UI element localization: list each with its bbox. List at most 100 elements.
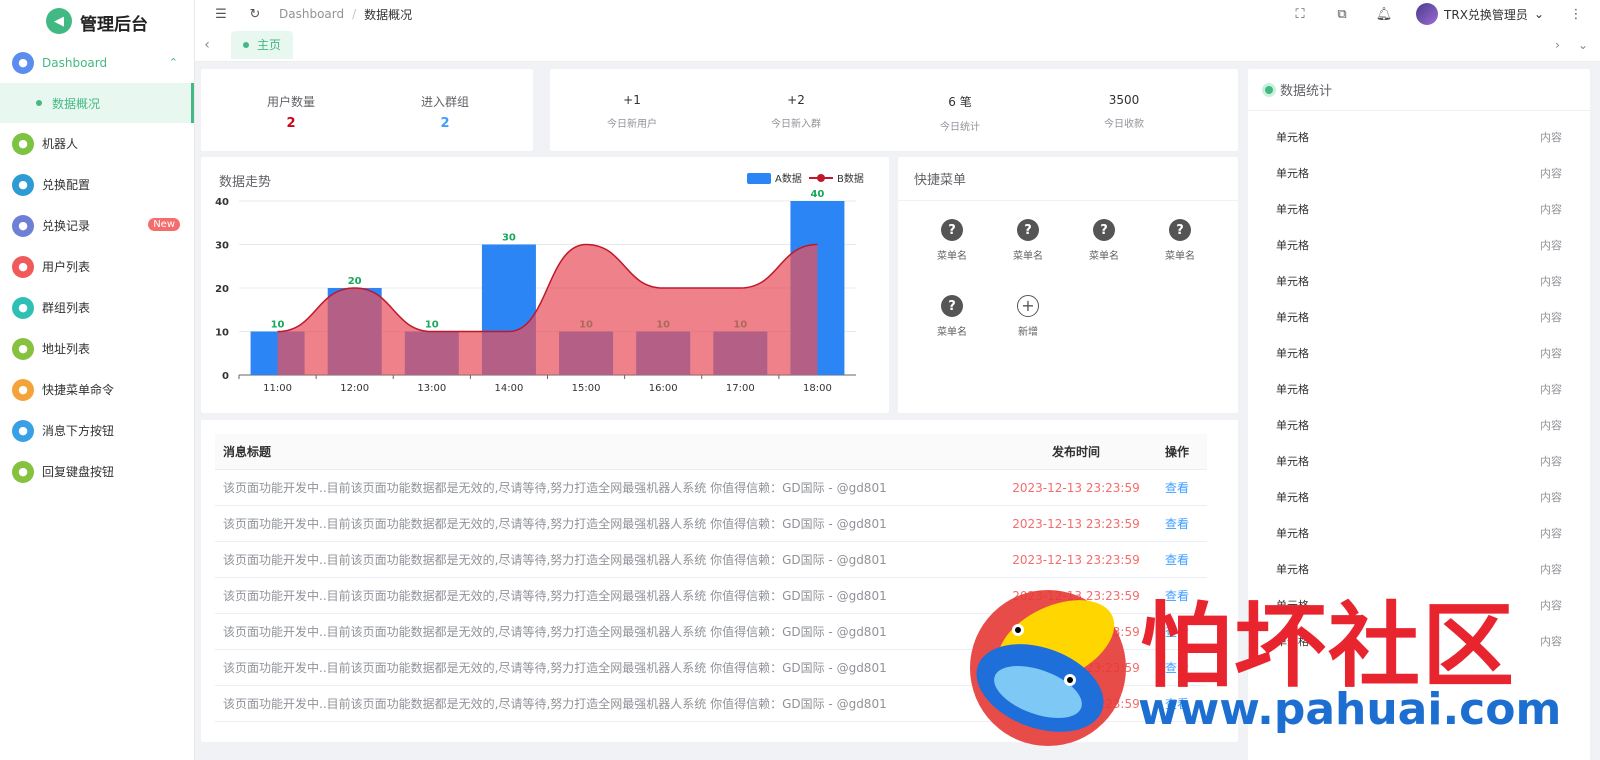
- list-item: 单元格 内容: [1248, 443, 1590, 479]
- quick-menu-item-label: 菜单名: [937, 327, 967, 338]
- user-count-label: 用户数量: [266, 95, 315, 109]
- tabs-scroll-right-icon[interactable]: ›: [1555, 38, 1560, 52]
- list-item-key: 单元格: [1276, 347, 1309, 360]
- message-title: 该页面功能开发中..目前该页面功能数据都是无效的,尽请等待,努力打造全网最强机器…: [223, 697, 887, 711]
- y-tick-label: 10: [215, 328, 229, 339]
- app-title: 管理后台: [80, 15, 148, 35]
- sidebar-item-group[interactable]: ● 群组列表: [0, 287, 194, 328]
- column-time: 发布时间: [1051, 445, 1100, 459]
- quick-menu-item-label: 菜单名: [937, 251, 967, 262]
- view-link[interactable]: 查看: [1147, 695, 1207, 712]
- quick-menu-item[interactable]: ? 菜单名: [920, 287, 984, 351]
- list-item: 单元格 内容: [1248, 227, 1590, 263]
- list-item-value: 内容: [1540, 419, 1562, 432]
- table-row: 该页面功能开发中..目前该页面功能数据都是无效的,尽请等待,努力打造全网最强机器…: [215, 686, 1207, 722]
- message-title: 该页面功能开发中..目前该页面功能数据都是无效的,尽请等待,努力打造全网最强机器…: [223, 589, 887, 603]
- settings-icon: ●: [12, 173, 34, 196]
- sidebar-item-label: 机器人: [42, 137, 79, 151]
- quick-menu-item-label: 菜单名: [1089, 251, 1119, 262]
- list-item: 单元格 内容: [1248, 191, 1590, 227]
- sidebar-item-document[interactable]: ● 兑换记录 New: [0, 205, 194, 246]
- sidebar-item-button[interactable]: ● 消息下方按钮: [0, 410, 194, 451]
- quick-menu-item[interactable]: ? 菜单名: [1148, 211, 1212, 275]
- table-header: 消息标题 发布时间 操作: [215, 434, 1207, 470]
- today-stat: +2 今日新入群: [736, 93, 856, 130]
- tabs-bar: ‹ 主页 › ⌄: [195, 28, 1600, 62]
- message-time: 2023-12-13 23:23:59: [1012, 696, 1140, 711]
- data-stats-title: 数据统计: [1280, 84, 1333, 99]
- chevron-up-icon: ⌃: [168, 56, 178, 69]
- message-time: 2023-12-13 23:23:59: [1012, 552, 1140, 567]
- refresh-icon[interactable]: ↻: [245, 4, 265, 24]
- breadcrumb-item-dashboard[interactable]: Dashboard: [279, 7, 344, 21]
- message-time: 2023-12-13 23:23:59: [1012, 588, 1140, 603]
- quick-menu-item[interactable]: ? 菜单名: [920, 211, 984, 275]
- view-link[interactable]: 查看: [1147, 623, 1207, 640]
- list-item: 单元格 内容: [1248, 155, 1590, 191]
- document-icon: ●: [12, 214, 34, 237]
- message-title: 该页面功能开发中..目前该页面功能数据都是无效的,尽请等待,努力打造全网最强机器…: [223, 481, 887, 495]
- x-tick-label: 17:00: [726, 383, 755, 394]
- quick-menu-item[interactable]: ? 菜单名: [996, 211, 1060, 275]
- table-row: 该页面功能开发中..目前该页面功能数据都是无效的,尽请等待,努力打造全网最强机器…: [215, 470, 1207, 506]
- active-dot: [36, 100, 42, 106]
- sidebar-item-home[interactable]: ● Dashboard ⌃: [0, 42, 194, 83]
- sidebar-item-settings[interactable]: ● 兑换配置: [0, 164, 194, 205]
- list-item-value: 内容: [1540, 275, 1562, 288]
- breadcrumb-item-current: 数据概况: [364, 7, 413, 22]
- trend-chart-card: 数据走势 010203040102010301010104011:0012:00…: [201, 157, 889, 413]
- quick-menu-item[interactable]: ? 菜单名: [1072, 211, 1136, 275]
- new-badge: New: [148, 218, 180, 231]
- view-link[interactable]: 查看: [1147, 551, 1207, 568]
- sidebar-item-location[interactable]: ● 地址列表: [0, 328, 194, 369]
- sidebar: ◀ 管理后台 ● Dashboard ⌃ 数据概况 ● 机器人 ● 兑换配置 ● 兑换记录 New ●…: [0, 0, 195, 760]
- translate-icon[interactable]: ⧉: [1332, 4, 1352, 24]
- sidebar-item-label: 回复键盘按钮: [42, 465, 115, 479]
- list-item: 单元格 内容: [1248, 299, 1590, 335]
- tabs-dropdown-icon[interactable]: ⌄: [1578, 38, 1588, 52]
- list-item-value: 内容: [1540, 311, 1562, 324]
- menu-icon: ●: [12, 378, 34, 401]
- user-menu[interactable]: TRX兑换管理员 ⌄: [1416, 3, 1544, 25]
- list-item-key: 单元格: [1276, 455, 1309, 468]
- list-item: 单元格 内容: [1248, 515, 1590, 551]
- sidebar-item-overview[interactable]: 数据概况: [0, 83, 194, 123]
- user-icon: ●: [12, 255, 34, 278]
- x-tick-label: 15:00: [572, 383, 601, 394]
- sidebar-item-monitor[interactable]: ● 机器人: [0, 123, 194, 164]
- quick-menu-item-label: 菜单名: [1013, 251, 1043, 262]
- today-stat-label: 今日新用户: [607, 119, 657, 130]
- view-link[interactable]: 查看: [1147, 659, 1207, 676]
- list-item-key: 单元格: [1276, 527, 1309, 540]
- sidebar-item-keyboard[interactable]: ● 回复键盘按钮: [0, 451, 194, 492]
- data-label: 10: [425, 320, 439, 331]
- view-link[interactable]: 查看: [1147, 587, 1207, 604]
- quick-menu-add-button[interactable]: + 新增: [996, 287, 1060, 351]
- tabs-scroll-left-icon[interactable]: ‹: [195, 37, 219, 53]
- quick-menu-title: 快捷菜单: [914, 173, 967, 188]
- sidebar-item-user[interactable]: ● 用户列表: [0, 246, 194, 287]
- y-tick-label: 30: [215, 241, 229, 252]
- today-stat-label: 今日收款: [1104, 119, 1144, 130]
- legend-label-b: B数据: [837, 172, 864, 185]
- view-link[interactable]: 查看: [1147, 479, 1207, 496]
- sidebar-item-label: 兑换记录: [42, 219, 91, 233]
- today-stat: 3500 今日收款: [1064, 93, 1184, 130]
- today-stats-card: +1 今日新用户 +2 今日新入群 6 笔今日统计 3500 今日收款: [550, 69, 1238, 151]
- legend-swatch-a: [747, 173, 771, 184]
- x-tick-label: 12:00: [340, 383, 369, 394]
- monitor-icon: ●: [12, 132, 34, 155]
- list-item-key: 单元格: [1276, 419, 1309, 432]
- quick-menu-add-label: 新增: [1018, 327, 1038, 338]
- more-icon[interactable]: ⋮: [1566, 4, 1586, 24]
- fullscreen-icon[interactable]: ⛶: [1290, 4, 1310, 24]
- today-stat-value: +1: [623, 93, 641, 107]
- sidebar-item-menu[interactable]: ● 快捷菜单命令: [0, 369, 194, 410]
- bell-icon[interactable]: 🔔︎: [1374, 4, 1394, 24]
- breadcrumb-separator: /: [352, 7, 357, 21]
- list-item: 单元格 内容: [1248, 551, 1590, 587]
- collapse-menu-icon[interactable]: ☰: [211, 4, 231, 24]
- view-link[interactable]: 查看: [1147, 515, 1207, 532]
- list-item-value: 内容: [1540, 347, 1562, 360]
- tab-home[interactable]: 主页: [231, 30, 294, 59]
